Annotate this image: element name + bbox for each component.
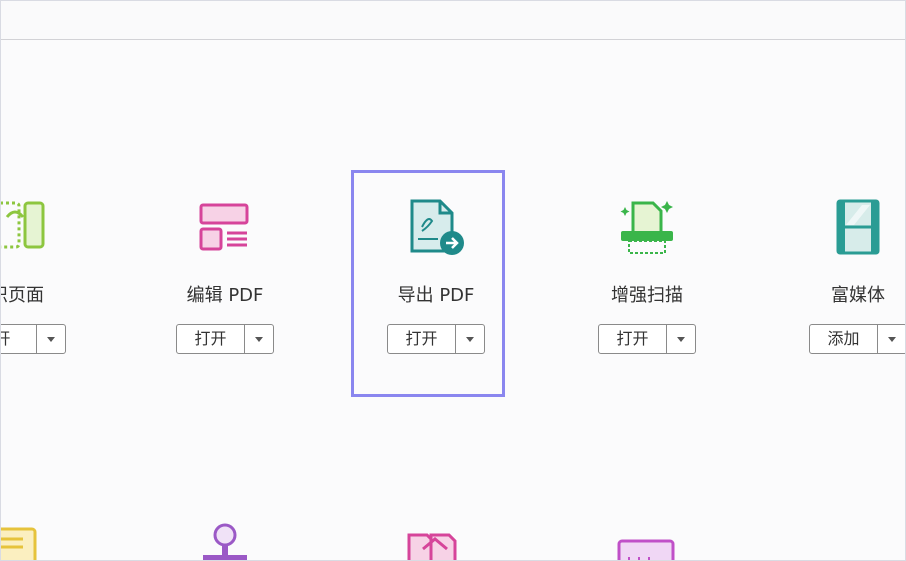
tool-edit-split-button[interactable]: 打开 [176, 324, 274, 354]
chevron-down-icon [255, 337, 263, 342]
stamp-icon[interactable] [195, 521, 255, 560]
tool-edit-pdf[interactable]: 编辑 PDF 打开 [145, 183, 305, 373]
tool-organize-pages[interactable]: 织页面 开 [1, 183, 97, 373]
chevron-down-icon [47, 337, 55, 342]
tool-label: 编辑 PDF [186, 285, 264, 306]
organize-pages-icon [1, 197, 47, 257]
tool-enhance-split-button[interactable]: 打开 [598, 324, 696, 354]
export-pdf-selection-highlight [351, 170, 505, 397]
combine-files-icon[interactable] [405, 521, 465, 560]
chevron-down-icon [888, 337, 896, 342]
rich-media-icon [828, 197, 888, 257]
comment-icon[interactable] [1, 521, 43, 560]
form-icon[interactable] [615, 521, 675, 560]
open-button[interactable]: 开 [1, 325, 37, 353]
tool-rich-media[interactable]: 富媒体 添加 [778, 183, 905, 373]
dropdown-arrow-button[interactable] [878, 325, 905, 353]
top-bar [1, 1, 905, 40]
open-button[interactable]: 打开 [599, 325, 667, 353]
dropdown-arrow-button[interactable] [37, 325, 65, 353]
dropdown-arrow-button[interactable] [245, 325, 273, 353]
tool-organize-split-button[interactable]: 开 [1, 324, 66, 354]
tool-enhance-scan[interactable]: 增强扫描 打开 [567, 183, 727, 373]
enhance-scan-icon [617, 197, 677, 257]
tool-label: 富媒体 [831, 285, 885, 306]
edit-pdf-icon [195, 197, 255, 257]
chevron-down-icon [677, 337, 685, 342]
add-button[interactable]: 添加 [810, 325, 878, 353]
tools-panel: 织页面 开 编辑 PDF 打开 [0, 0, 906, 561]
tool-label: 织页面 [1, 285, 44, 306]
tool-label: 增强扫描 [611, 285, 683, 306]
dropdown-arrow-button[interactable] [667, 325, 695, 353]
open-button[interactable]: 打开 [177, 325, 245, 353]
tool-rich-split-button[interactable]: 添加 [809, 324, 905, 354]
